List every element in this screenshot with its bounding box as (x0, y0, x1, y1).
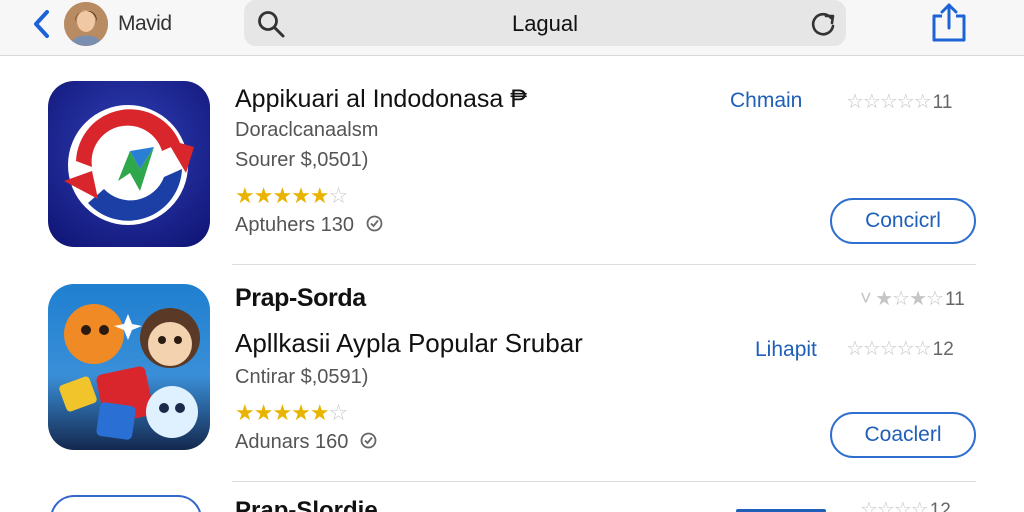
star-rating-filled: ★★★★★ (235, 183, 330, 208)
rate-count: 11 (944, 289, 965, 310)
back-button[interactable] (26, 8, 56, 40)
get-button[interactable]: Coaclerl (830, 412, 976, 458)
app-icon[interactable] (48, 81, 210, 247)
chevron-left-icon (34, 10, 49, 38)
star-rating-empty: ☆ (328, 183, 349, 208)
app-title[interactable]: Prap-Sorda (235, 284, 366, 313)
search-query[interactable]: Lagual (244, 11, 846, 37)
search-bar[interactable]: Lagual (244, 0, 846, 46)
app-logo-icon (48, 284, 210, 450)
rate-stars-icons: ☆☆☆☆☆ (846, 338, 932, 360)
app-icon[interactable] (50, 495, 202, 512)
app-list-item[interactable]: Appikuari al Indodonasa ₱ Doraclcanaalsm… (0, 57, 1024, 265)
rate-stars[interactable]: ☆☆☆☆☆ 12 (846, 336, 954, 361)
app-list-item[interactable]: Prap-Sorda Apllkasii Aypla Popular Sruba… (0, 266, 1024, 482)
user-name: Mavid (118, 12, 172, 35)
app-meta: Adunars 160 (235, 431, 377, 454)
refresh-icon[interactable] (808, 9, 838, 39)
app-developer: Doraclcanaalsm (235, 119, 379, 141)
app-category-link[interactable] (736, 505, 826, 512)
app-rating-stars: ★★★★★☆ (235, 183, 349, 209)
avatar[interactable] (64, 2, 108, 46)
star-rating-filled: ★★★★★ (235, 400, 330, 425)
app-rating-stars: ★★★★★☆ (235, 400, 349, 426)
app-meta: Aptuhers 130 (235, 214, 383, 237)
rate-count: 11 (932, 92, 953, 113)
top-bar: Mavid Lagual (0, 0, 1024, 56)
rate-stars-icons: ☆☆☆☆☆ (846, 91, 932, 113)
app-category-link[interactable]: Chmain (730, 89, 802, 113)
share-icon[interactable] (928, 2, 970, 44)
app-subtitle: Apllkasii Aypla Popular Srubar (235, 328, 583, 358)
verified-icon (360, 432, 377, 449)
get-button[interactable]: Concicrl (830, 198, 976, 244)
user-avatar-icon (64, 2, 108, 46)
app-icon[interactable] (48, 284, 210, 450)
app-logo-icon (48, 81, 210, 247)
rate-stars-icons: ˅ ★☆★☆ (860, 288, 944, 310)
star-rating-empty: ☆ (328, 400, 349, 425)
rate-stars[interactable]: ☆☆☆☆ 12 (860, 497, 951, 512)
app-review-count: Aptuhers 130 (235, 214, 354, 236)
rate-stars[interactable]: ˅ ★☆★☆ 11 (860, 286, 965, 311)
divider (232, 481, 976, 482)
app-title[interactable]: Appikuari al Indodonasa ₱ (235, 85, 527, 114)
rate-stars-icons: ☆☆☆☆ (860, 499, 929, 512)
rate-stars[interactable]: ☆☆☆☆☆ 11 (846, 89, 952, 114)
app-list-item[interactable]: Prap-Slordie ☆☆☆☆ 12 (0, 483, 1024, 512)
app-review-count: Adunars 160 (235, 431, 349, 453)
app-price: Cntirar $,0591) (235, 366, 369, 388)
app-category-link[interactable]: Lihapit (755, 338, 817, 362)
app-title[interactable]: Prap-Slordie (235, 497, 378, 512)
divider (232, 264, 976, 265)
app-price: Sourer $,0501) (235, 149, 369, 171)
rate-count: 12 (929, 500, 951, 512)
verified-icon (366, 215, 382, 232)
rate-count: 12 (932, 339, 954, 360)
